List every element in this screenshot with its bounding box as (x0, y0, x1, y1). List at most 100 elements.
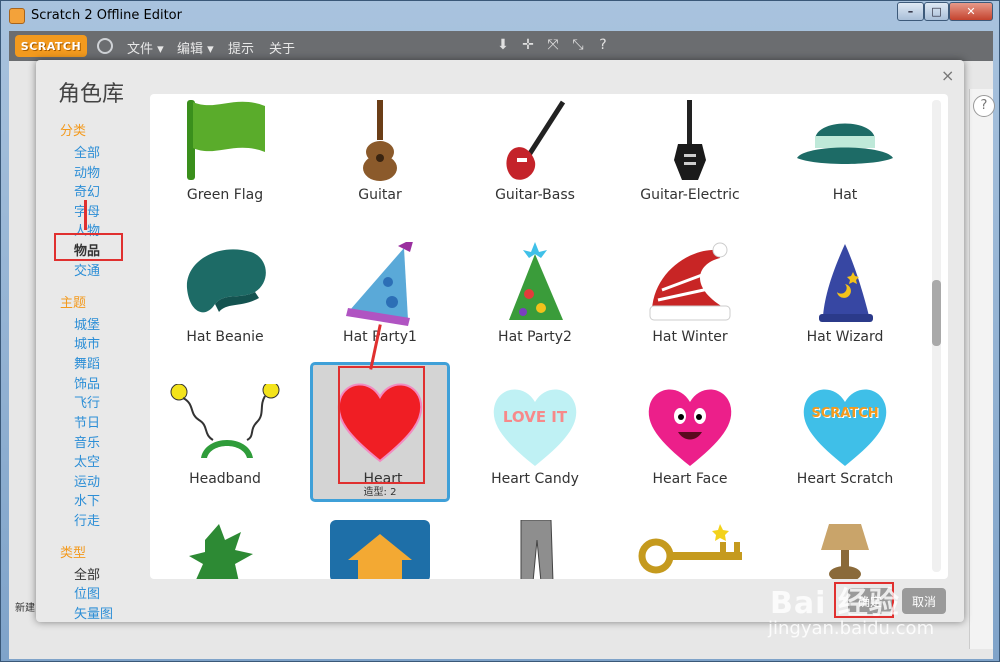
baidu-watermark: Bai 经验 (770, 586, 900, 621)
themes-heading: 主题 (60, 296, 87, 311)
category-fantasy[interactable]: 奇幻 (74, 181, 100, 200)
sprite-tile-guitar[interactable]: Guitar (310, 98, 450, 233)
sprite-tile-hat-wizard[interactable]: Hat Wizard (775, 240, 915, 375)
highlight-box-heart (338, 366, 425, 484)
category-all[interactable]: 全部 (74, 142, 100, 161)
theme-dress-up[interactable]: 饰品 (74, 373, 100, 392)
theme-walking[interactable]: 行走 (74, 510, 100, 529)
hat-icon (797, 123, 893, 164)
guitar-icon (363, 100, 397, 181)
scratch-app-icon (9, 8, 25, 24)
sprite-tile-guitar-electric[interactable]: Guitar-Electric (620, 98, 760, 233)
category-transportation[interactable]: 交通 (74, 260, 100, 279)
cut-icon[interactable]: ✛ (520, 37, 536, 53)
sprite-tile-hat[interactable]: Hat (775, 98, 915, 233)
sprite-name: Heart Candy (491, 471, 579, 487)
heart-scratch-icon (803, 389, 887, 466)
cancel-button[interactable]: 取消 (902, 588, 946, 614)
sprite-tile-headband[interactable]: Headband (155, 382, 295, 517)
menu-edit[interactable]: 编辑 ▾ (177, 38, 214, 57)
menu-file[interactable]: 文件 ▾ (127, 38, 164, 57)
sprite-name: Hat Wizard (806, 329, 884, 345)
theme-castle[interactable]: 城堡 (74, 314, 100, 333)
scratch-menubar: SCRATCH 文件 ▾ 编辑 ▾ 提示 关于 ⬇ ✛ ⤧ ⤡ ? (9, 31, 993, 61)
hat-winter-icon (649, 242, 731, 321)
dialog-title: 角色库 (58, 82, 125, 107)
sprite-tile-hat-party1[interactable]: Hat Party1 (310, 240, 450, 375)
guitar-bass-icon (506, 100, 566, 180)
maximize-button[interactable]: □ (924, 2, 949, 21)
sprite-name: Green Flag (186, 187, 264, 203)
key-icon (638, 524, 742, 574)
sprite-name: Hat (832, 187, 858, 203)
grow-icon[interactable]: ⤧ (545, 37, 561, 53)
sprite-tile-heart-scratch[interactable]: SCRATCH Heart Scratch (775, 382, 915, 517)
sprite-tile-green-flag[interactable]: Green Flag (155, 98, 295, 233)
sprite-tile-holly[interactable] (155, 518, 295, 579)
guitar-electric-icon (674, 100, 706, 180)
sprite-name: Guitar-Electric (640, 187, 740, 203)
shrink-icon[interactable]: ⤡ (570, 37, 586, 53)
scrollbar-thumb[interactable] (932, 280, 941, 346)
theme-holiday[interactable]: 节日 (74, 412, 100, 431)
baidu-watermark-url: jingyan.baidu.com (768, 618, 935, 639)
heart-scratch-text: SCRATCH (811, 406, 879, 421)
headband-icon (170, 384, 280, 458)
minimize-button[interactable]: – (897, 2, 924, 21)
theme-space[interactable]: 太空 (74, 451, 100, 470)
green-flag-icon (187, 100, 265, 180)
sprite-tile-hat-beanie[interactable]: Hat Beanie (155, 240, 295, 375)
theme-city[interactable]: 城市 (74, 333, 100, 352)
sprite-tile-lamp[interactable] (775, 518, 915, 579)
sprite-tile-key[interactable] (620, 518, 760, 579)
menu-about[interactable]: 关于 (269, 38, 295, 57)
home-button-icon (330, 520, 430, 579)
holly-icon (189, 524, 253, 579)
sprite-name: Hat Winter (652, 329, 728, 345)
heart-candy-text: LOVE IT (502, 408, 568, 426)
hat-wizard-icon (819, 244, 873, 322)
sprite-name: Hat Beanie (186, 329, 264, 345)
type-all[interactable]: 全部 (74, 564, 100, 583)
costume-count: 造型: 2 (363, 487, 397, 498)
scratch-logo: SCRATCH (15, 35, 87, 57)
sprite-tile-guitar-bass[interactable]: Guitar-Bass (465, 98, 605, 233)
sprite-library-dialog: 角色库 × 分类 全部 动物 奇幻 字母 人物 物品 交通 主题 城堡 城市 舞… (36, 60, 964, 622)
block-help-icon[interactable]: ? (595, 37, 611, 53)
theme-dance[interactable]: 舞蹈 (74, 353, 100, 372)
help-icon[interactable]: ? (973, 95, 995, 117)
hat-party2-icon (509, 242, 563, 320)
sprite-tile-jeans[interactable] (465, 518, 605, 579)
hat-party1-icon (346, 242, 413, 326)
types-heading: 类型 (60, 546, 87, 561)
type-vector[interactable]: 矢量图 (74, 603, 113, 622)
sprite-name: Guitar (358, 187, 402, 203)
sprite-tile-home-button[interactable] (310, 518, 450, 579)
sprite-tile-hat-party2[interactable]: Hat Party2 (465, 240, 605, 375)
sprite-name: Heart Scratch (796, 471, 894, 487)
jeans-icon (520, 520, 554, 579)
theme-sports[interactable]: 运动 (74, 471, 100, 490)
sprite-tile-heart-candy[interactable]: LOVE IT Heart Candy (465, 382, 605, 517)
theme-music[interactable]: 音乐 (74, 432, 100, 451)
sprite-tile-hat-winter[interactable]: Hat Winter (620, 240, 760, 375)
category-letters[interactable]: 字母 (74, 201, 100, 220)
close-window-button[interactable]: ✕ (949, 2, 993, 21)
sprite-name: Hat Party2 (498, 329, 572, 345)
sprite-tile-heart-face[interactable]: Heart Face (620, 382, 760, 517)
duplicate-stamp-icon[interactable]: ⬇ (495, 37, 511, 53)
type-bitmap[interactable]: 位图 (74, 583, 100, 602)
theme-underwater[interactable]: 水下 (74, 490, 100, 509)
heart-face-icon (648, 389, 732, 466)
dialog-close-icon[interactable]: × (941, 66, 954, 85)
category-animals[interactable]: 动物 (74, 162, 100, 181)
categories-heading: 分类 (60, 124, 87, 139)
sprite-name: Guitar-Bass (495, 187, 575, 203)
language-globe-icon[interactable] (97, 38, 113, 54)
sprite-name: Headband (189, 471, 261, 487)
sprite-name: Heart Face (652, 471, 728, 487)
highlight-box-category (54, 233, 123, 261)
window-title: Scratch 2 Offline Editor (31, 8, 182, 23)
menu-tips[interactable]: 提示 (228, 38, 254, 57)
theme-flying[interactable]: 飞行 (74, 392, 100, 411)
